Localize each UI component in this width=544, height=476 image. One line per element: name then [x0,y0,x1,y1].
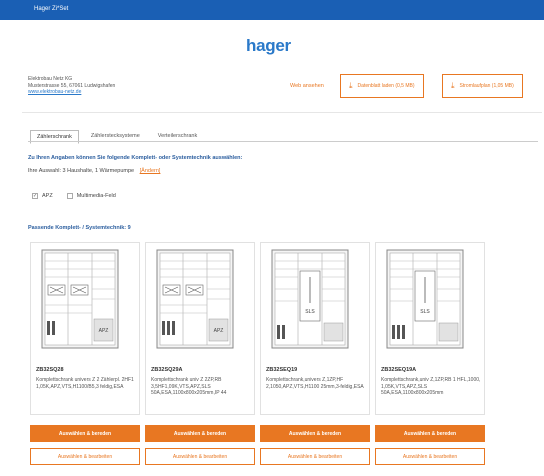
select-and-edit-button[interactable]: Auswählen & bearbeiten [145,448,255,465]
product-description: Komplettschrank univers Z 2 Zählerpl. 2H… [36,377,134,390]
product-card[interactable]: APZ ZB32SQ29A Komplettschrank univ Z 2ZP… [145,242,255,415]
select-and-edit-button[interactable]: Auswählen & bearbeiten [260,448,370,465]
cabinet-image: SLS [271,249,349,349]
select-and-edit-button[interactable]: Auswählen & bearbeiten [375,448,485,465]
cabinet-image: APZ [156,249,234,349]
product-id: ZB32SEQ19 [266,367,298,373]
product-description: Komplettschrank univ Z 2ZP,RB 3,5HF1,09K… [151,377,227,397]
select-and-request-button[interactable]: Auswählen & bereden [375,425,485,442]
section-divider [22,112,542,113]
change-selection-link[interactable]: [Ändern] [140,168,161,174]
company-header: Elektrobau Netz KG Musterstrasse 55, 670… [28,74,538,106]
feature-label: SLS [305,309,315,315]
filter-multimedia-checkbox[interactable]: Multimedia-Feld [66,193,116,199]
check-icon: ✓ [32,193,38,199]
tab-underline [28,141,538,142]
select-and-edit-button[interactable]: Auswählen & bearbeiten [30,448,140,465]
select-and-request-button[interactable]: Auswählen & bereden [260,425,370,442]
feature-label: APZ [99,328,109,334]
web-view-link[interactable]: Web ansehen [290,83,324,89]
company-info: Elektrobau Netz KG Musterstrasse 55, 670… [28,76,115,96]
cabinet-image: SLS [386,249,464,349]
filter-options: ✓ APZ Multimedia-Feld [32,193,116,199]
feature-label: APZ [214,328,224,334]
download-icon: ⤓ [349,81,353,90]
app-topbar: Hager Zi*Set [0,0,544,20]
results-heading: Passende Komplett- / Systemtechnik: 9 [28,225,131,231]
selection-question: Zu Ihren Angaben können Sie folgende Kom… [28,155,243,161]
select-and-request-button[interactable]: Auswählen & bereden [145,425,255,442]
hager-logo: hager [246,36,291,55]
product-card[interactable]: SLS ZB32SEQ19 Komplettschrank,univers Z,… [260,242,370,415]
filter-apz-checkbox[interactable]: ✓ APZ [32,193,53,199]
cabinet-image: APZ [41,249,119,349]
download-icon: ⤓ [451,81,455,90]
circuit-diagram-download-button[interactable]: ⤓ Stromlaufplan (1,05 MB) [442,74,523,98]
product-id: ZB32SQ29A [151,367,183,373]
product-description: Komplettschrank,univers Z,1ZP,HF 2,1050,… [266,377,364,390]
datasheet-download-button[interactable]: ⤓ Datenblatt laden (0,5 MB) [340,74,424,98]
app-title: Hager Zi*Set [34,6,69,12]
select-and-request-button[interactable]: Auswählen & bereden [30,425,140,442]
product-id: ZB32SQ28 [36,367,64,373]
current-selection: Ihre Auswahl: 3 Haushalte, 1 Wärmepumpe … [28,168,161,174]
product-card[interactable]: APZ ZB32SQ28 Komplettschrank univers Z 2… [30,242,140,415]
product-id: ZB32SEQ19A [381,367,417,373]
feature-label: SLS [420,309,430,315]
company-website-link[interactable]: www.elektrobau-netz.de [28,89,115,96]
product-card[interactable]: SLS ZB32SEQ19A Komplettschrank,univ Z,1Z… [375,242,485,415]
product-description: Komplettschrank,univ Z,1ZP,RB 1 HFL,1000… [381,377,481,397]
